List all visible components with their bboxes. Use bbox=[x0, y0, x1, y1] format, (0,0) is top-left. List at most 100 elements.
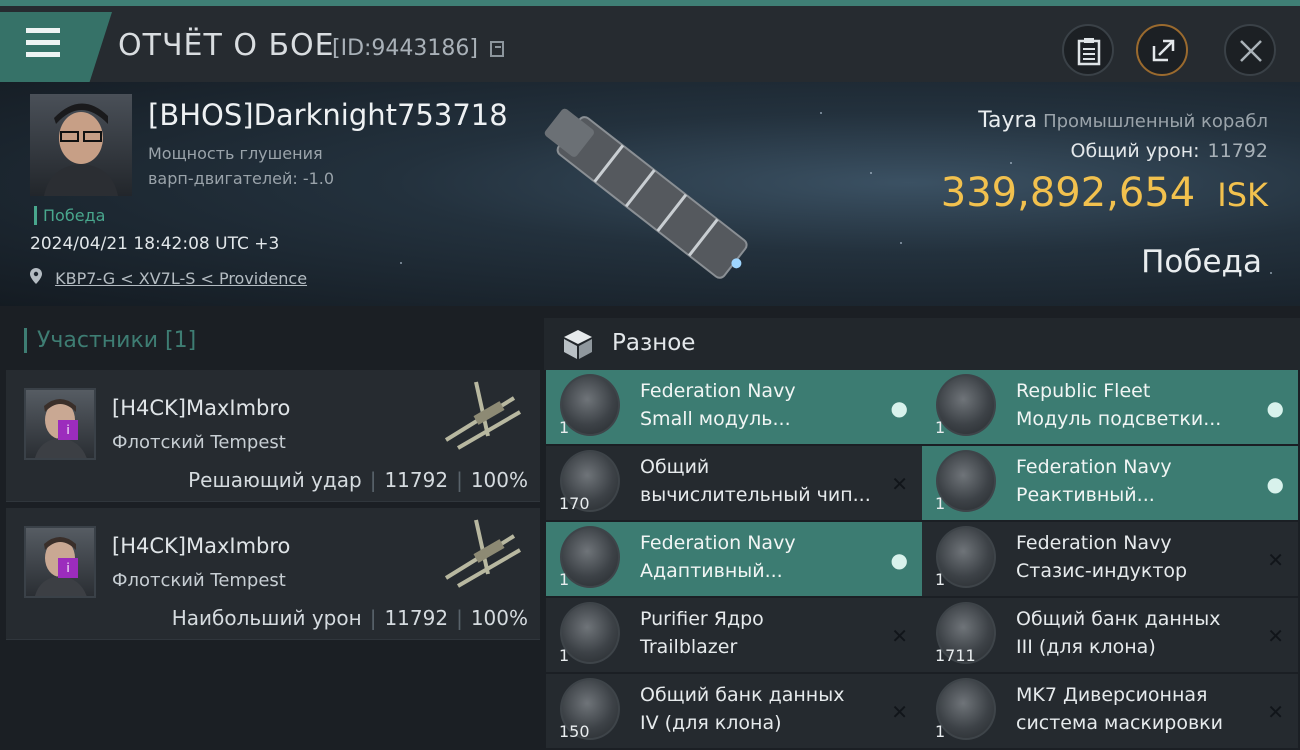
participant-name[interactable]: [H4CK]MaxImbro bbox=[112, 396, 290, 420]
item-name-line2: Реактивный... bbox=[1016, 484, 1155, 506]
dropped-person-icon: ● bbox=[1266, 472, 1284, 496]
item-name-line1: Federation Navy bbox=[1016, 532, 1172, 554]
loot-item[interactable]: 1 Federation Navy Адаптивный... ● bbox=[546, 522, 922, 596]
victim-portrait[interactable] bbox=[30, 94, 132, 196]
victim-banner: [BHOS]Darknight753718 Мощность глушения … bbox=[0, 82, 1300, 306]
clipboard-icon bbox=[1077, 38, 1101, 66]
item-quantity: 1 bbox=[935, 494, 946, 513]
dropped-person-icon: ● bbox=[890, 548, 908, 572]
item-name-line1: Purifier Ядро bbox=[640, 608, 764, 630]
participant-stats: Наибольший урон | 11792 | 100% bbox=[171, 606, 528, 630]
loot-item[interactable]: 1 Republic Fleet Модуль подсветки... ● bbox=[922, 370, 1298, 444]
item-name-line2: вычислительный чип... bbox=[640, 484, 871, 506]
victim-ship-image bbox=[544, 108, 748, 279]
item-quantity: 1 bbox=[935, 418, 946, 437]
participant-card[interactable]: i [H4CK]MaxImbro Флотский Tempest Наибол… bbox=[6, 508, 540, 640]
destroyed-x-icon: ✕ bbox=[1267, 624, 1284, 648]
participant-percent: 100% bbox=[470, 606, 528, 630]
item-name-line2: система маскировки bbox=[1016, 712, 1223, 734]
item-name-line2: Small модуль... bbox=[640, 408, 791, 430]
item-name-line2: IV (для клона) bbox=[640, 712, 782, 734]
loot-item[interactable]: 1 Federation Navy Small модуль... ● bbox=[546, 370, 922, 444]
character-badge-icon: i bbox=[58, 558, 78, 578]
clipboard-button[interactable] bbox=[1062, 24, 1114, 76]
item-quantity: 1 bbox=[935, 722, 946, 741]
item-name-line1: Общий bbox=[640, 456, 710, 478]
isk-amount: 339,892,654 bbox=[940, 170, 1196, 216]
dropped-person-icon: ● bbox=[890, 396, 908, 420]
item-name-line2: Модуль подсветки... bbox=[1016, 408, 1222, 430]
loot-item[interactable]: 1 MK7 Диверсионная система маскировки ✕ bbox=[922, 674, 1298, 748]
cube-icon bbox=[564, 330, 592, 359]
participants-panel: Участники [1] i [H4CK]MaxImbro Флотский … bbox=[0, 306, 540, 750]
total-damage-value: 11792 bbox=[1207, 140, 1268, 162]
item-name-line2: III (для клона) bbox=[1016, 636, 1156, 658]
item-quantity: 1711 bbox=[935, 646, 976, 665]
loot-item[interactable]: 1 Federation Navy Стазис-индуктор ✕ bbox=[922, 522, 1298, 596]
battleship-icon bbox=[444, 519, 522, 588]
item-name-line1: Federation Navy bbox=[640, 532, 796, 554]
kill-location[interactable]: KBP7-G < XV7L-S < Providence bbox=[30, 268, 307, 288]
dropped-person-icon: ● bbox=[1266, 396, 1284, 420]
participant-ship: Флотский Tempest bbox=[112, 432, 286, 453]
loot-item[interactable]: 1 Federation Navy Реактивный... ● bbox=[922, 446, 1298, 520]
page-title: ОТЧЁТ О БОЕ bbox=[118, 28, 335, 63]
loot-item[interactable]: 170 Общий вычислительный чип... ✕ bbox=[546, 446, 922, 520]
loot-item[interactable]: 150 Общий банк данных IV (для клона) ✕ bbox=[546, 674, 922, 748]
participant-percent: 100% bbox=[470, 468, 528, 492]
close-button[interactable] bbox=[1224, 24, 1276, 76]
status-badge: Победа bbox=[34, 206, 105, 225]
destroyed-x-icon: ✕ bbox=[1267, 548, 1284, 572]
share-icon bbox=[1152, 39, 1175, 62]
item-name-line1: Federation Navy bbox=[640, 380, 796, 402]
destroyed-x-icon: ✕ bbox=[891, 624, 908, 648]
victim-pilot-name[interactable]: [BHOS]Darknight753718 bbox=[148, 98, 508, 132]
avatar bbox=[44, 103, 118, 196]
participant-stats: Решающий удар | 11792 | 100% bbox=[188, 468, 528, 492]
total-damage-label: Общий урон: bbox=[1070, 140, 1200, 162]
item-name-line2: Стазис-индуктор bbox=[1016, 560, 1188, 582]
participants-header[interactable]: Участники [1] bbox=[24, 328, 196, 353]
total-damage: Общий урон: 11792 bbox=[1070, 140, 1268, 162]
participant-name[interactable]: [H4CK]MaxImbro bbox=[112, 534, 290, 558]
warp-disruption-label: Мощность глушения bbox=[148, 144, 323, 163]
report-header: ОТЧЁТ О БОЕ [ID:9443186] bbox=[0, 6, 1300, 82]
participant-damage: 11792 bbox=[384, 468, 449, 492]
item-name-line1: Общий банк данных bbox=[640, 684, 845, 706]
misc-header: Разное bbox=[544, 318, 1300, 370]
isk-value: 339,892,654 ISK bbox=[941, 170, 1268, 216]
warp-disruption-value: варп-двигателей: -1.0 bbox=[148, 169, 335, 188]
item-quantity: 1 bbox=[935, 570, 946, 589]
share-button[interactable] bbox=[1136, 24, 1188, 76]
participant-role: Наибольший урон bbox=[171, 606, 362, 630]
ship-class: Промышленный корабл bbox=[1043, 111, 1268, 132]
participant-ship: Флотский Tempest bbox=[112, 570, 286, 591]
copy-icon[interactable] bbox=[490, 41, 504, 57]
destroyed-x-icon: ✕ bbox=[891, 472, 908, 496]
participant-role: Решающий удар bbox=[188, 468, 362, 492]
battleship-icon bbox=[444, 381, 522, 450]
item-name-line2: Trailblazer bbox=[640, 636, 738, 658]
location-pin-icon bbox=[30, 268, 42, 284]
report-id: [ID:9443186] bbox=[332, 36, 478, 61]
item-name-line2: Адаптивный... bbox=[640, 560, 783, 582]
misc-title: Разное bbox=[612, 330, 696, 356]
participant-damage: 11792 bbox=[384, 606, 449, 630]
loot-item[interactable]: 1711 Общий банк данных III (для клона) ✕ bbox=[922, 598, 1298, 672]
close-icon bbox=[1240, 40, 1262, 62]
item-quantity: 1 bbox=[559, 646, 570, 665]
isk-unit: ISK bbox=[1217, 176, 1268, 214]
misc-panel: Разное 1 Federation Navy Small модуль... ● 1… bbox=[544, 306, 1300, 750]
participant-card[interactable]: i [H4CK]MaxImbro Флотский Tempest Решающ… bbox=[6, 370, 540, 502]
destroyed-x-icon: ✕ bbox=[1267, 700, 1284, 724]
location-link[interactable]: KBP7-G < XV7L-S < Providence bbox=[55, 269, 307, 288]
ship-name: Tayra bbox=[978, 108, 1038, 133]
item-name-line1: MK7 Диверсионная bbox=[1016, 684, 1208, 706]
item-name-line1: Общий банк данных bbox=[1016, 608, 1221, 630]
loot-item[interactable]: 1 Purifier Ядро Trailblazer ✕ bbox=[546, 598, 922, 672]
item-quantity: 1 bbox=[559, 570, 570, 589]
item-name-line1: Republic Fleet bbox=[1016, 380, 1151, 402]
item-name-line1: Federation Navy bbox=[1016, 456, 1172, 478]
victim-ship: Tayra Промышленный корабл bbox=[978, 108, 1268, 133]
menu-button[interactable] bbox=[0, 12, 112, 82]
